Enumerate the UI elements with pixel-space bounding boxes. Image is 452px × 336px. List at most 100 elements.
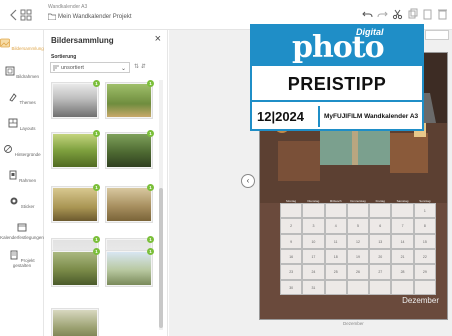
usage-badge: 1 <box>93 236 100 243</box>
calendar-day-cell: 13 <box>369 233 392 249</box>
left-navigation: Bildersammlung Bildrahmen Themes Layouts… <box>0 30 44 336</box>
calendar-day-cell: 11 <box>324 233 347 249</box>
calendar-day-cell <box>346 279 370 295</box>
project-icon <box>10 250 18 260</box>
thumbnail[interactable]: 1 <box>105 184 154 223</box>
thumbnail[interactable]: 1 <box>51 184 100 223</box>
redo-icon[interactable] <box>377 8 388 20</box>
close-icon[interactable]: × <box>155 33 161 45</box>
calendar-day-cell <box>369 279 392 295</box>
calendar-settings-icon <box>17 223 27 232</box>
award-title-box: PREISTIPP <box>252 66 422 102</box>
scissors-icon[interactable] <box>392 8 403 20</box>
calendar-day-cell: 29 <box>413 264 436 280</box>
themes-icon <box>9 93 17 102</box>
thumbnail[interactable]: 1 <box>105 130 154 169</box>
page-caption: Dezember <box>343 321 364 326</box>
nav-label: Layouts <box>19 126 36 131</box>
calendar-day-cell <box>324 203 347 219</box>
calendar-day-cell <box>391 279 414 295</box>
thumbnail[interactable]: 1 <box>51 80 100 119</box>
project-name[interactable]: Mein Wandkalender Projekt <box>58 14 131 20</box>
calendar-grid: 1 2 3 4 5 6 7 8 9 10 11 12 13 14 15 16 17 18 19 20 21 22 23 24 2… <box>280 203 436 295</box>
previous-page-button[interactable]: ‹ <box>241 174 255 188</box>
page-view-toolbar[interactable] <box>425 30 449 40</box>
delete-icon[interactable] <box>437 8 448 20</box>
nav-item-layouts[interactable]: Layouts <box>0 118 44 131</box>
calendar-day-cell: 22 <box>413 249 436 265</box>
calendar-day-cell: 30 <box>280 279 303 295</box>
nav-label: Rahmen <box>19 178 37 183</box>
award-divider <box>318 106 320 127</box>
nav-item-projekt-gestalten[interactable]: Projekt gestalten <box>0 250 44 268</box>
calendar-day-cell: 1 <box>413 203 436 219</box>
calendar-day-cell <box>324 279 347 295</box>
background-icon <box>4 145 13 153</box>
nav-item-rahmen[interactable]: Rahmen <box>0 170 44 183</box>
calendar-day-cell: 7 <box>391 218 414 234</box>
image-collection-panel: Bildersammlung × Sortierung unsortiert ⌄… <box>45 30 168 336</box>
award-issue: 12|2024 <box>257 109 305 124</box>
nav-label: Themes <box>19 100 36 105</box>
nav-label: Sticker <box>20 204 35 209</box>
calendar-day-cell: 9 <box>280 233 303 249</box>
nav-label: Bildrahmen <box>16 74 40 79</box>
calendar-day-cell: 2 <box>280 218 303 234</box>
calendar-day-cell: 17 <box>302 249 325 265</box>
calendar-day-cell: 10 <box>302 233 325 249</box>
sort-direction-icons[interactable]: ⇅ ⇵ <box>134 63 146 70</box>
sticker-icon <box>10 197 18 205</box>
frame-icon <box>5 66 15 76</box>
calendar-day-cell: 25 <box>324 264 347 280</box>
usage-badge: 1 <box>93 80 100 87</box>
nav-item-bildrahmen[interactable]: Bildrahmen <box>0 66 44 79</box>
thumbnail[interactable] <box>51 308 99 336</box>
nav-label: Hintergründe <box>14 152 41 157</box>
nav-label: Bildersammlung <box>11 46 44 51</box>
calendar-day-cell: 4 <box>324 218 347 234</box>
thumbnail[interactable]: 1 <box>51 248 100 287</box>
thumbnail-grid: 1 1 1 1 1 1 1 1 1 1 <box>51 78 157 336</box>
layouts-icon <box>9 118 18 128</box>
sort-icon <box>53 65 59 71</box>
usage-badge: 1 <box>93 130 100 137</box>
calendar-day-cell: 15 <box>413 233 436 249</box>
award-product: MyFUJIFILM Wandkalender A3 <box>324 113 419 120</box>
thumbnail[interactable]: 1 <box>51 130 100 169</box>
calendar-day-cell: 26 <box>346 264 370 280</box>
nav-item-hintergruende[interactable]: Hintergründe <box>0 144 44 157</box>
calendar-day-cell: 18 <box>324 249 347 265</box>
paste-icon[interactable] <box>422 8 433 20</box>
usage-badge: 1 <box>147 130 154 137</box>
nav-item-kalenderfestlegungen[interactable]: Kalenderfestlegungen <box>0 222 44 240</box>
thumbnail[interactable]: 1 <box>105 80 154 119</box>
thumbnail[interactable]: 1 <box>105 248 154 287</box>
back-icon[interactable] <box>8 7 38 23</box>
calendar-day-cell: 21 <box>391 249 414 265</box>
calendar-day-cell: 16 <box>280 249 303 265</box>
copy-icon[interactable] <box>407 8 418 20</box>
toolbar-actions <box>362 8 448 20</box>
chevron-down-icon: ⌄ <box>120 66 126 72</box>
nav-item-themes[interactable]: Themes <box>0 92 44 105</box>
scrollbar-thumb[interactable] <box>159 188 163 328</box>
award-footer: 12|2024 MyFUJIFILM Wandkalender A3 <box>252 104 422 129</box>
sort-select[interactable]: unsortiert ⌄ <box>50 62 130 73</box>
calendar-day-cell: 5 <box>346 218 370 234</box>
calendar-day-cell <box>369 203 392 219</box>
undo-icon[interactable] <box>362 8 373 20</box>
calendar-day-cell: 31 <box>302 279 325 295</box>
usage-badge: 1 <box>147 184 154 191</box>
panel-title: Bildersammlung <box>51 36 114 45</box>
nav-item-sticker[interactable]: Sticker <box>0 196 44 209</box>
nav-item-bildersammlung[interactable]: Bildersammlung <box>0 38 44 51</box>
award-photo-label: photo <box>292 30 385 65</box>
month-label: Dezember <box>402 296 439 305</box>
calendar-day-cell: 6 <box>369 218 392 234</box>
award-title: PREISTIPP <box>287 74 387 94</box>
calendar-day-cell: 14 <box>391 233 414 249</box>
sort-label: Sortierung <box>51 54 77 60</box>
nav-label: Kalenderfestlegungen <box>0 235 44 240</box>
award-header: Digital photo <box>252 26 422 66</box>
calendar-day-cell <box>302 203 325 219</box>
